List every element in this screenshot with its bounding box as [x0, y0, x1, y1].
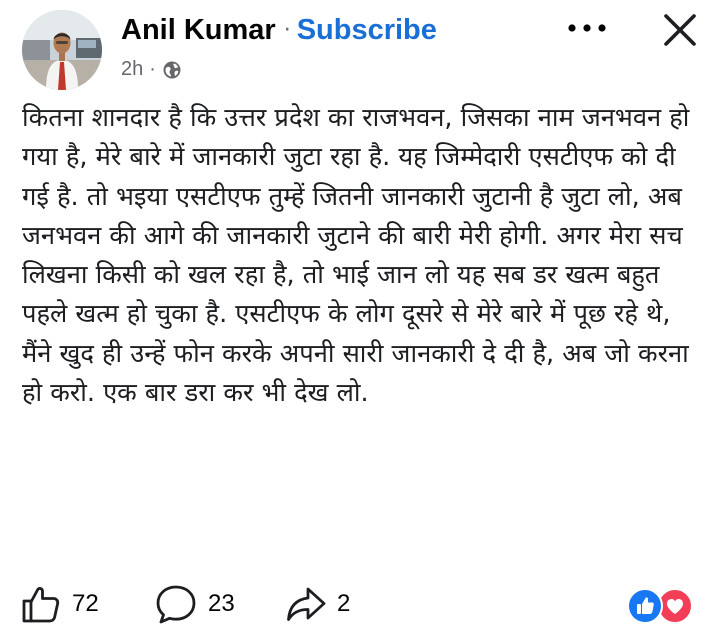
more-options-button[interactable]	[560, 8, 614, 48]
reactions-summary[interactable]	[627, 588, 693, 624]
like-button[interactable]: 72	[20, 582, 99, 626]
name-separator: ·	[283, 18, 291, 43]
thumbs-up-icon	[22, 587, 60, 623]
like-reaction-icon	[627, 588, 663, 624]
share-count: 2	[337, 590, 351, 617]
close-button[interactable]	[657, 8, 703, 54]
post-meta: 2h ·	[121, 58, 182, 81]
share-button[interactable]: 2	[285, 582, 350, 626]
more-options-icon	[568, 24, 606, 32]
author-name[interactable]: Anil Kumar	[121, 14, 276, 47]
comment-icon	[156, 585, 196, 624]
comment-button[interactable]: 23	[154, 582, 235, 626]
post-time[interactable]: 2h	[121, 58, 143, 81]
post-header: Anil Kumar · Subscribe 2h ·	[0, 0, 720, 96]
avatar[interactable]	[22, 10, 102, 90]
avatar-photo	[22, 10, 102, 90]
share-icon	[287, 587, 326, 621]
meta-separator: ·	[149, 58, 156, 80]
author-row: Anil Kumar · Subscribe	[121, 14, 437, 47]
close-icon	[664, 14, 696, 46]
post-body-text: कितना शानदार है कि उत्तर प्रदेश का राजभव…	[22, 103, 690, 409]
comment-count: 23	[208, 590, 235, 617]
post-actions-bar: 72 23 2	[0, 582, 720, 628]
subscribe-button[interactable]: Subscribe	[297, 14, 437, 47]
like-count: 72	[72, 590, 99, 617]
globe-icon	[162, 60, 182, 80]
